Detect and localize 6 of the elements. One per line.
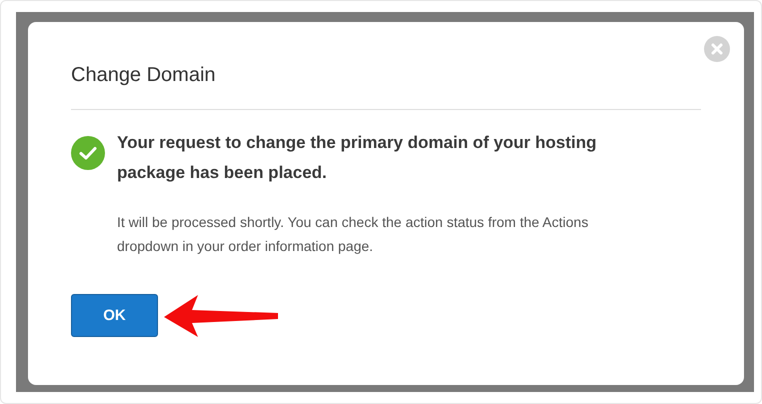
message-text: It will be processed shortly. You can check the action status from the Actions dropdown in your order information page. xyxy=(117,213,590,256)
check-icon xyxy=(71,136,105,170)
close-icon[interactable] xyxy=(704,36,730,62)
ok-button[interactable]: OK xyxy=(71,294,158,336)
message-heading: Your request to change the primary domain of your hosting package has been placed. xyxy=(117,132,598,184)
dialog-title: Change Domain xyxy=(71,63,217,88)
